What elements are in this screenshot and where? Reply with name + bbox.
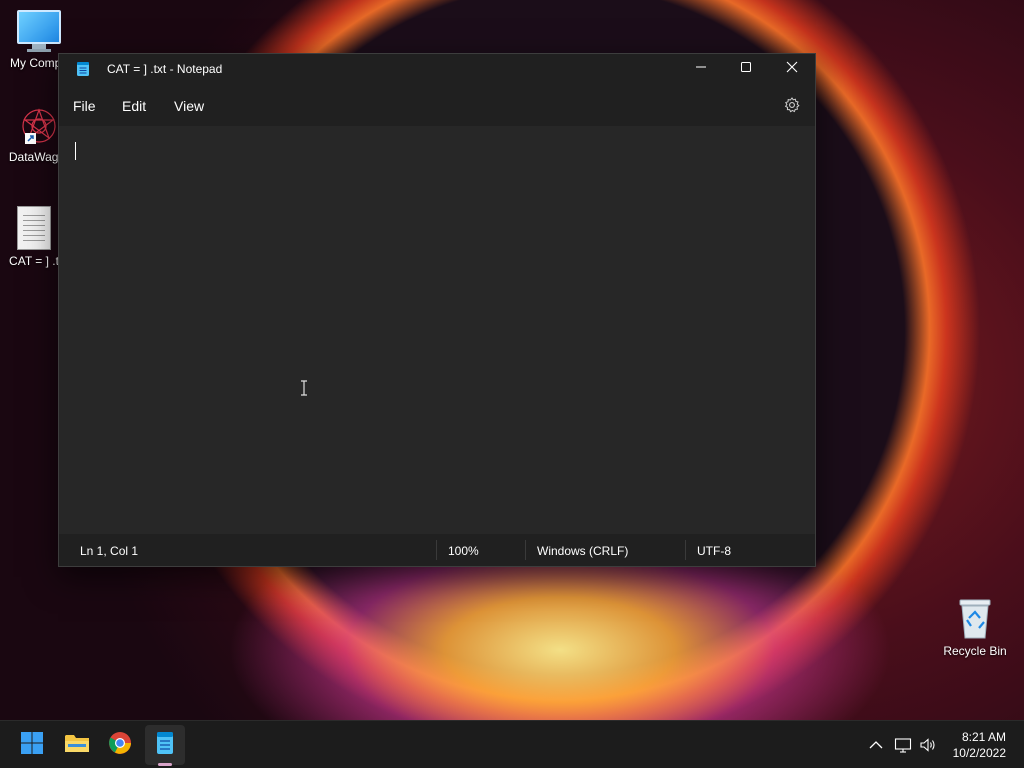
folder-icon <box>64 732 90 759</box>
zoom-level: 100% <box>448 544 479 558</box>
line-ending: Windows (CRLF) <box>537 544 629 558</box>
text-caret <box>75 142 76 160</box>
start-button[interactable] <box>12 725 52 765</box>
close-button[interactable] <box>769 54 815 84</box>
clock-date: 10/2/2022 <box>952 746 1006 760</box>
chrome-button[interactable] <box>100 725 140 765</box>
title-bar[interactable]: CAT = ] .txt - Notepad <box>59 54 815 84</box>
file-explorer-button[interactable] <box>57 725 97 765</box>
status-bar: Ln 1, Col 1 100% Windows (CRLF) UTF-8 <box>59 534 815 566</box>
close-icon <box>786 60 798 78</box>
minimize-icon <box>695 60 707 78</box>
settings-gear-icon[interactable] <box>783 96 801 114</box>
ibeam-cursor-icon <box>300 380 308 401</box>
status-divider <box>685 540 686 560</box>
active-app-indicator <box>158 763 172 766</box>
chrome-icon <box>108 731 132 760</box>
clock-time: 8:21 AM <box>961 730 1006 744</box>
menu-edit[interactable]: Edit <box>122 98 146 114</box>
notepad-window[interactable]: CAT = ] .txt - Notepad File Edit View Ln… <box>58 53 816 567</box>
notepad-taskbar-button[interactable] <box>145 725 185 765</box>
show-hidden-icons-chevron-up-icon[interactable] <box>867 736 885 754</box>
maximize-icon <box>740 60 752 78</box>
datawagon-app-icon <box>15 106 59 146</box>
menu-bar: File Edit View <box>59 84 815 126</box>
volume-icon[interactable] <box>919 736 937 754</box>
status-divider <box>525 540 526 560</box>
notepad-icon <box>76 61 90 82</box>
desktop-icon-recycle-bin[interactable]: Recycle Bin <box>937 598 1013 658</box>
network-icon[interactable] <box>894 736 912 754</box>
menu-file[interactable]: File <box>73 98 96 114</box>
desktop: My Compu DataWago CAT = ] .t Recycle Bin… <box>0 0 1024 768</box>
taskbar: 8:21 AM 10/2/2022 <box>0 720 1024 768</box>
encoding: UTF-8 <box>697 544 731 558</box>
recycle-bin-icon <box>957 598 993 640</box>
system-clock[interactable]: 8:21 AM 10/2/2022 <box>953 729 1006 761</box>
text-editor-area[interactable] <box>59 126 815 534</box>
minimize-button[interactable] <box>678 54 724 84</box>
window-title: CAT = ] .txt - Notepad <box>107 62 223 76</box>
monitor-icon <box>1 10 77 52</box>
status-divider <box>436 540 437 560</box>
notepad-icon <box>155 731 175 760</box>
text-file-icon <box>17 206 51 250</box>
menu-view[interactable]: View <box>174 98 204 114</box>
desktop-icon-label: Recycle Bin <box>943 644 1007 658</box>
windows-logo-icon <box>20 731 44 760</box>
maximize-button[interactable] <box>723 54 769 84</box>
cursor-position: Ln 1, Col 1 <box>80 544 139 558</box>
